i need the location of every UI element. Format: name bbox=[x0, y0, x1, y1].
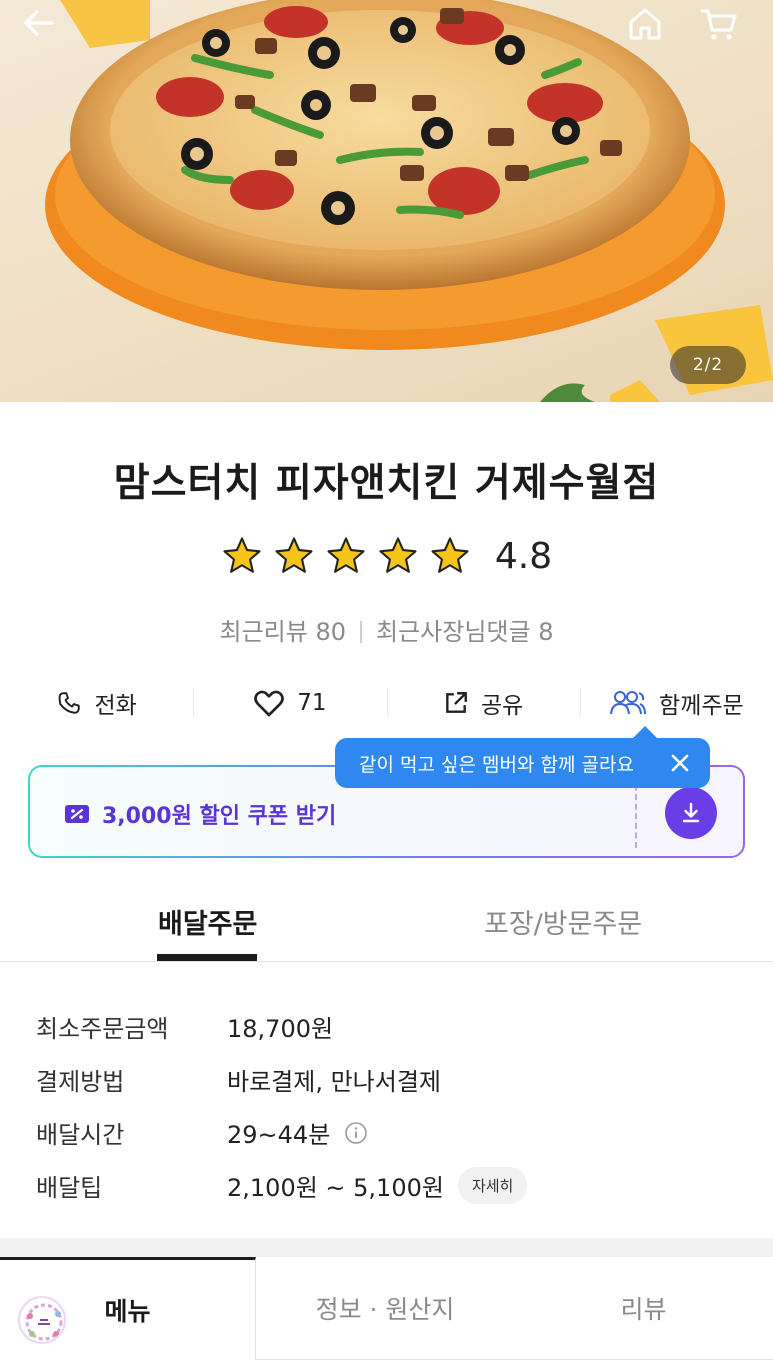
star-icon bbox=[327, 537, 365, 573]
delivery-tip-value: 2,100원 ~ 5,100원 bbox=[227, 1174, 444, 1202]
min-order-value: 18,700원 bbox=[227, 1015, 334, 1043]
star-icon bbox=[223, 537, 261, 573]
tab-menu-label: 메뉴 bbox=[104, 1297, 151, 1326]
info-value: 바로결제, 만나서결제 bbox=[227, 1062, 441, 1097]
tab-menu[interactable]: 메뉴 bbox=[0, 1257, 256, 1360]
tab-delivery[interactable]: 배달주문 bbox=[158, 902, 257, 941]
star-rating bbox=[221, 535, 471, 577]
coupon-link[interactable]: 3,000원 할인 쿠폰 받기 bbox=[64, 798, 336, 830]
cart-button[interactable] bbox=[700, 6, 748, 54]
store-section-tabs: 메뉴 정보 · 원산지 리뷰 bbox=[0, 1257, 773, 1360]
tab-pickup[interactable]: 포장/방문주문 bbox=[484, 902, 642, 941]
payment-value: 바로결제, 만나서결제 bbox=[227, 1068, 441, 1096]
coupon-label: 3,000원 할인 쿠폰 받기 bbox=[102, 804, 337, 829]
like-count: 71 bbox=[297, 690, 327, 716]
home-icon bbox=[629, 8, 661, 40]
star-icon bbox=[275, 537, 313, 573]
info-row-min-order: 최소주문금액 18,700원 bbox=[36, 1000, 736, 1053]
call-button[interactable]: 전화 bbox=[0, 676, 193, 730]
owner-comments-link[interactable]: 최근사장님댓글 8 bbox=[376, 618, 553, 646]
group-order-button[interactable]: 함께주문 bbox=[579, 676, 773, 730]
review-summary: 최근리뷰 80 최근사장님댓글 8 bbox=[0, 612, 773, 647]
action-bar: 전화 71 공유 함께주문 bbox=[0, 676, 773, 730]
rating-value: 4.8 bbox=[494, 535, 553, 577]
coupon-icon bbox=[65, 805, 89, 823]
arrow-left-icon bbox=[24, 10, 54, 36]
hero-image[interactable]: 2/2 bbox=[0, 0, 773, 402]
pizza-photo bbox=[45, 0, 773, 402]
download-icon bbox=[682, 802, 700, 823]
delivery-time-value: 29~44분 bbox=[227, 1121, 331, 1149]
rating-row: 4.8 bbox=[0, 535, 773, 577]
info-label: 배달팁 bbox=[36, 1174, 103, 1202]
phone-icon bbox=[59, 692, 81, 714]
share-button[interactable]: 공유 bbox=[386, 676, 580, 730]
tab-info-origin[interactable]: 정보 · 원산지 bbox=[256, 1257, 514, 1360]
star-icon bbox=[431, 537, 469, 573]
tab-review[interactable]: 리뷰 bbox=[514, 1257, 773, 1360]
tooltip-text: 같이 먹고 싶은 멤버와 함께 골라요 bbox=[359, 753, 634, 776]
flower-wreath-icon bbox=[25, 1303, 63, 1341]
star-icon bbox=[379, 537, 417, 573]
info-row-delivery-time: 배달시간 29~44분 bbox=[36, 1106, 736, 1159]
close-icon[interactable] bbox=[668, 751, 692, 775]
info-label: 결제방법 bbox=[36, 1068, 125, 1096]
info-value: 18,700원 bbox=[227, 1009, 333, 1044]
info-value: 29~44분 bbox=[227, 1115, 368, 1150]
tab-review-label: 리뷰 bbox=[620, 1295, 667, 1324]
group-order-label: 함께주문 bbox=[659, 693, 744, 719]
like-button[interactable]: 71 bbox=[193, 676, 386, 730]
divider bbox=[360, 621, 363, 643]
group-icon bbox=[610, 691, 647, 715]
active-tab-indicator bbox=[157, 954, 257, 961]
image-pager: 2/2 bbox=[670, 346, 746, 384]
call-label: 전화 bbox=[94, 693, 137, 719]
heart-icon bbox=[254, 690, 285, 717]
store-name: 맘스터치 피자앤치킨 거제수월점 bbox=[113, 461, 660, 506]
tab-info-label: 정보 · 원산지 bbox=[315, 1295, 455, 1324]
cart-icon bbox=[700, 9, 737, 40]
tip-detail-button[interactable]: 자세히 bbox=[457, 1167, 528, 1204]
info-icon[interactable] bbox=[344, 1121, 368, 1145]
share-icon bbox=[446, 692, 467, 713]
back-button[interactable] bbox=[22, 6, 70, 54]
coupon-download-button[interactable] bbox=[665, 787, 717, 839]
info-label: 배달시간 bbox=[36, 1121, 125, 1149]
delivery-info: 최소주문금액 18,700원 결제방법 바로결제, 만나서결제 배달시간 29~… bbox=[36, 1000, 736, 1212]
store-logo bbox=[18, 1296, 66, 1344]
recent-reviews-link[interactable]: 최근리뷰 80 bbox=[220, 618, 347, 646]
home-button[interactable] bbox=[627, 6, 675, 54]
info-value: 2,100원 ~ 5,100원 자세히 bbox=[227, 1167, 528, 1204]
info-row-delivery-tip: 배달팁 2,100원 ~ 5,100원 자세히 bbox=[36, 1159, 736, 1212]
info-row-payment: 결제방법 바로결제, 만나서결제 bbox=[36, 1053, 736, 1106]
share-label: 공유 bbox=[480, 693, 524, 719]
order-type-tabs: 배달주문 포장/방문주문 bbox=[0, 880, 773, 962]
group-order-tooltip: 같이 먹고 싶은 멤버와 함께 골라요 bbox=[335, 726, 710, 788]
info-label: 최소주문금액 bbox=[36, 1015, 169, 1043]
